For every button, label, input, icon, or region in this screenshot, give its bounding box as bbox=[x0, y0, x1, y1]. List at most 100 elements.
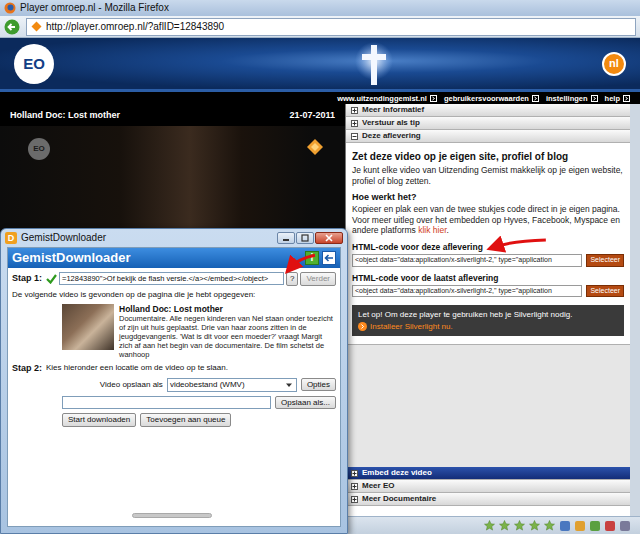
app-icon-letter: D bbox=[8, 233, 15, 244]
section-header[interactable]: Verstuur als tip bbox=[346, 117, 630, 130]
menu-item[interactable]: instellingen bbox=[546, 94, 598, 103]
watermark-logo: EO bbox=[28, 138, 50, 160]
action-buttons: Start downloaden Toevoegen aan queue bbox=[12, 413, 336, 427]
install-link-row[interactable]: Installeer Silverlight nu. bbox=[358, 322, 618, 332]
menu-item[interactable]: help bbox=[605, 94, 630, 103]
start-download-button[interactable]: Start downloaden bbox=[62, 413, 136, 427]
arrow-box-icon bbox=[430, 95, 437, 102]
info-label: i bbox=[311, 252, 314, 264]
help-button[interactable]: ? bbox=[286, 272, 298, 286]
app-icon: D bbox=[5, 232, 17, 244]
downloader-window[interactable]: D GemistDownloader GemistDownloader i St… bbox=[0, 228, 348, 534]
path-input[interactable] bbox=[62, 396, 271, 409]
back-arrow-icon bbox=[324, 253, 334, 263]
notice-text: Let op! Om deze player te gebruiken heb … bbox=[358, 310, 618, 320]
section-label[interactable]: Meer Documentaire bbox=[362, 494, 436, 504]
select-button[interactable]: Selecteer bbox=[586, 254, 624, 266]
player-header: EO nl bbox=[0, 38, 640, 92]
add-to-queue-button[interactable]: Toevoegen aan queue bbox=[140, 413, 231, 427]
minimize-button[interactable] bbox=[277, 232, 295, 244]
star-icon[interactable] bbox=[514, 520, 525, 531]
menu-label[interactable]: help bbox=[605, 94, 620, 103]
scroll-grip[interactable] bbox=[132, 513, 212, 518]
rating-stars[interactable] bbox=[484, 520, 555, 531]
embed-intro: Je kunt elke video van Uitzending Gemist… bbox=[352, 165, 624, 186]
red-arrow-icon bbox=[495, 240, 546, 247]
video-title: Holland Doc: Lost mother bbox=[10, 110, 120, 121]
toolbar-icon[interactable] bbox=[560, 521, 570, 531]
info-button[interactable]: i bbox=[305, 251, 319, 265]
step2-label: Stap 2: bbox=[12, 363, 44, 374]
section-header[interactable]: Meer Documentaire bbox=[346, 493, 630, 506]
star-icon[interactable] bbox=[529, 520, 540, 531]
next-button[interactable]: Verder bbox=[300, 272, 336, 286]
back-button[interactable] bbox=[322, 251, 336, 265]
section-label[interactable]: Meer EO bbox=[362, 481, 394, 491]
menu-label[interactable]: www.uitzendinggemist.nl bbox=[337, 94, 427, 103]
step1-label: Stap 1: bbox=[12, 273, 44, 284]
video-thumbnail bbox=[62, 304, 114, 350]
expand-icon bbox=[351, 133, 358, 140]
section-header[interactable]: Meer Informatief bbox=[346, 104, 630, 117]
video-description: Documentaire. Alle negen kinderen van Ne… bbox=[119, 314, 336, 359]
close-button[interactable] bbox=[315, 232, 343, 244]
star-icon[interactable] bbox=[544, 520, 555, 531]
section-header[interactable]: Embed deze video bbox=[346, 467, 630, 480]
section-header[interactable]: Meer EO bbox=[346, 480, 630, 493]
menu-label[interactable]: instellingen bbox=[546, 94, 588, 103]
downloader-title-bar[interactable]: D GemistDownloader bbox=[1, 229, 347, 247]
check-icon bbox=[46, 273, 57, 284]
star-icon[interactable] bbox=[484, 520, 495, 531]
embed-heading: Zet deze video op je eigen site, profiel… bbox=[352, 151, 624, 163]
expand-icon bbox=[351, 107, 358, 114]
options-button[interactable]: Opties bbox=[301, 378, 336, 392]
address-bar[interactable]: http://player.omroep.nl/?aflID=12843890 bbox=[26, 18, 636, 36]
section-header[interactable]: Deze aflevering bbox=[346, 130, 630, 143]
window-title: Player omroep.nl - Mozilla Firefox bbox=[20, 2, 169, 14]
close-icon bbox=[325, 234, 333, 242]
save-as-label: Video opslaan als bbox=[100, 380, 163, 390]
nl-badge[interactable]: nl bbox=[602, 52, 626, 76]
toolbar-icon[interactable] bbox=[590, 521, 600, 531]
cross-icon bbox=[354, 41, 394, 87]
maximize-button[interactable] bbox=[296, 232, 314, 244]
how-heading: Hoe werkt het? bbox=[352, 192, 624, 203]
url-input[interactable]: =12843890">Of bekijk de flash versie.</a… bbox=[59, 272, 284, 285]
section-label[interactable]: Verstuur als tip bbox=[362, 118, 420, 128]
section-label[interactable]: Embed deze video bbox=[362, 468, 432, 478]
format-select[interactable]: videobestand (WMV) bbox=[167, 378, 297, 392]
step1-row: Stap 1: =12843890">Of bekijk de flash ve… bbox=[12, 272, 336, 286]
browser-title-bar: Player omroep.nl - Mozilla Firefox bbox=[0, 0, 640, 16]
side-panel: Meer Informatief Verstuur als tip Deze a… bbox=[345, 104, 630, 516]
menu-label[interactable]: gebruikersvoorwaarden bbox=[444, 94, 529, 103]
menu-item[interactable]: gebruikersvoorwaarden bbox=[444, 94, 539, 103]
back-arrow-icon[interactable] bbox=[4, 19, 20, 35]
code-row: <object data="data:application/x-silverl… bbox=[352, 285, 624, 297]
star-icon[interactable] bbox=[499, 520, 510, 531]
eo-logo[interactable]: EO bbox=[14, 44, 54, 84]
navigation-bar: http://player.omroep.nl/?aflID=12843890 bbox=[0, 16, 640, 38]
how-text: Kopieer en plak een van de twee stukjes … bbox=[352, 204, 624, 236]
toolbar-icon[interactable] bbox=[575, 521, 585, 531]
menu-item[interactable]: www.uitzendinggemist.nl bbox=[337, 94, 437, 103]
arrow-box-icon bbox=[532, 95, 539, 102]
toolbar-icon[interactable] bbox=[605, 521, 615, 531]
silverlight-notice: Let op! Om deze player te gebruiken heb … bbox=[352, 305, 624, 336]
help-link[interactable]: klik hier bbox=[418, 225, 446, 235]
step2-row: Stap 2: Kies hieronder een locatie om de… bbox=[12, 363, 336, 374]
install-link[interactable]: Installeer Silverlight nu. bbox=[370, 322, 453, 332]
embed-section: Zet deze video op je eigen site, profiel… bbox=[346, 143, 630, 345]
select-button[interactable]: Selecteer bbox=[586, 285, 624, 297]
toolbar-icon[interactable] bbox=[620, 521, 630, 531]
code-field[interactable]: <object data="data:application/x-silverl… bbox=[352, 285, 582, 297]
downloader-content: Stap 1: =12843890">Of bekijk de flash ve… bbox=[8, 268, 340, 526]
save-as-button[interactable]: Opslaan als... bbox=[275, 396, 336, 410]
code-label: HTML-code voor deze aflevering bbox=[352, 242, 624, 252]
found-text: De volgende video is gevonden op de pagi… bbox=[12, 290, 336, 300]
dropdown-arrow-icon bbox=[284, 380, 294, 390]
plus-icon bbox=[351, 483, 358, 490]
code-field[interactable]: <object data="data:application/x-silverl… bbox=[352, 254, 582, 266]
minimize-icon bbox=[282, 234, 290, 242]
section-label[interactable]: Meer Informatief bbox=[362, 105, 424, 115]
section-label[interactable]: Deze aflevering bbox=[362, 131, 421, 141]
